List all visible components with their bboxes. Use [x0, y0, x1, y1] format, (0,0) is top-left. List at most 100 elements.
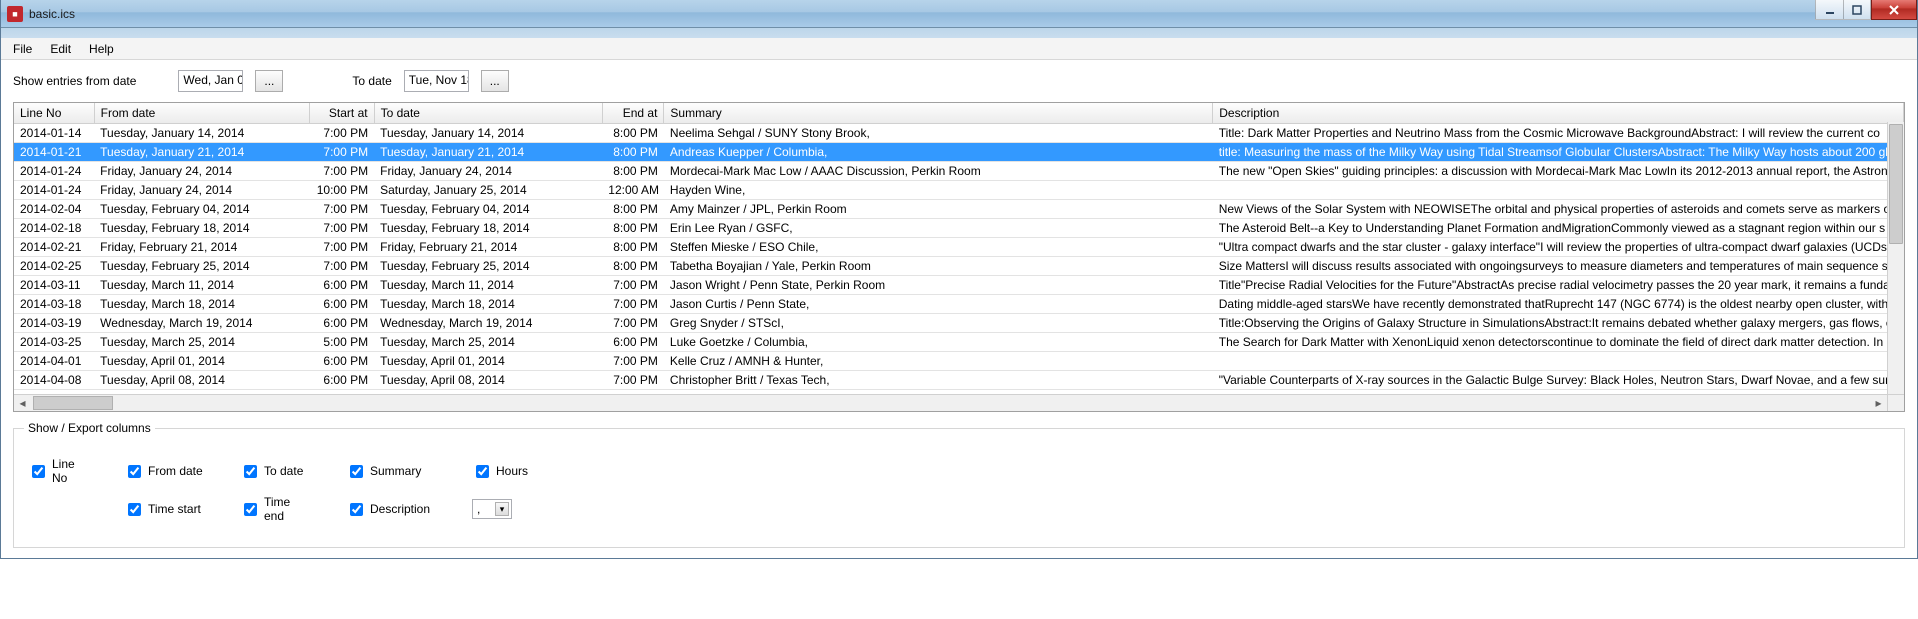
cell-start: 7:00 PM: [310, 200, 374, 219]
col-description[interactable]: Description: [1213, 103, 1904, 124]
separator-combo-value: ,: [477, 502, 480, 516]
maximize-button[interactable]: [1843, 0, 1871, 20]
check-timestart[interactable]: Time start: [124, 500, 204, 519]
table-row[interactable]: 2014-03-11Tuesday, March 11, 20146:00 PM…: [14, 276, 1904, 295]
menu-file[interactable]: File: [5, 40, 40, 58]
cell-endat: 7:00 PM: [602, 276, 664, 295]
from-date-input[interactable]: Wed, Jan 01, 2: [178, 70, 243, 92]
to-date-browse-button[interactable]: ...: [481, 70, 509, 92]
table-row[interactable]: 2014-03-25Tuesday, March 25, 20145:00 PM…: [14, 333, 1904, 352]
cell-endat: 7:00 PM: [602, 295, 664, 314]
cell-lineno: 2014-04-01: [14, 352, 94, 371]
table-row[interactable]: 2014-01-14Tuesday, January 14, 20147:00 …: [14, 124, 1904, 143]
cell-desc: "Ultra compact dwarfs and the star clust…: [1213, 238, 1904, 257]
entries-grid[interactable]: Line No From date Start at To date End a…: [13, 102, 1905, 412]
table-row[interactable]: 2014-04-01Tuesday, April 01, 20146:00 PM…: [14, 352, 1904, 371]
minimize-button[interactable]: [1815, 0, 1843, 20]
scroll-left-icon[interactable]: ◂: [14, 395, 31, 412]
check-summary[interactable]: Summary: [346, 462, 436, 481]
cell-endat: 7:00 PM: [602, 314, 664, 333]
from-date-browse-button[interactable]: ...: [255, 70, 283, 92]
cell-start: 7:00 PM: [310, 238, 374, 257]
col-lineno[interactable]: Line No: [14, 103, 94, 124]
cell-endat: 7:00 PM: [602, 352, 664, 371]
cell-endat: 8:00 PM: [602, 200, 664, 219]
check-summary-label: Summary: [370, 464, 421, 478]
cell-todate: Tuesday, March 18, 2014: [374, 295, 602, 314]
menu-help[interactable]: Help: [81, 40, 122, 58]
check-fromdate[interactable]: From date: [124, 462, 204, 481]
scroll-right-icon[interactable]: ▸: [1870, 395, 1887, 412]
check-todate[interactable]: To date: [240, 462, 310, 481]
cell-desc: Size MattersI will discuss results assoc…: [1213, 257, 1904, 276]
vertical-scrollbar[interactable]: [1887, 122, 1904, 394]
cell-desc: Title:Observing the Origins of Galaxy St…: [1213, 314, 1904, 333]
separator-combo[interactable]: , ▾: [472, 499, 512, 519]
table-row[interactable]: 2014-01-21Tuesday, January 21, 20147:00 …: [14, 143, 1904, 162]
cell-lineno: 2014-03-18: [14, 295, 94, 314]
cell-fromdate: Tuesday, March 18, 2014: [94, 295, 310, 314]
horizontal-scrollbar[interactable]: ◂ ▸: [14, 394, 1887, 411]
cell-summary: Hayden Wine,: [664, 181, 1213, 200]
cell-fromdate: Tuesday, January 14, 2014: [94, 124, 310, 143]
cell-fromdate: Friday, February 21, 2014: [94, 238, 310, 257]
table-row[interactable]: 2014-02-25Tuesday, February 25, 20147:00…: [14, 257, 1904, 276]
from-date-label: Show entries from date: [13, 74, 136, 88]
cell-summary: Christopher Britt / Texas Tech,: [664, 371, 1213, 390]
to-date-input[interactable]: Tue, Nov 18, 2: [404, 70, 469, 92]
table-row[interactable]: 2014-02-21Friday, February 21, 20147:00 …: [14, 238, 1904, 257]
export-columns-group: Show / Export columns Line No From date …: [13, 428, 1905, 548]
cell-desc: New Views of the Solar System with NEOWI…: [1213, 200, 1904, 219]
check-lineno[interactable]: Line No: [28, 457, 88, 485]
date-filter-row: Show entries from date Wed, Jan 01, 2 ..…: [13, 70, 1905, 92]
cell-desc: The Search for Dark Matter with XenonLiq…: [1213, 333, 1904, 352]
cell-endat: 6:00 PM: [602, 333, 664, 352]
col-fromdate[interactable]: From date: [94, 103, 310, 124]
menubar: File Edit Help: [1, 38, 1917, 60]
cell-summary: Jason Wright / Penn State, Perkin Room: [664, 276, 1213, 295]
cell-todate: Tuesday, April 01, 2014: [374, 352, 602, 371]
check-lineno-label: Line No: [52, 457, 88, 485]
table-row[interactable]: 2014-02-04Tuesday, February 04, 20147:00…: [14, 200, 1904, 219]
cell-todate: Tuesday, February 04, 2014: [374, 200, 602, 219]
table-row[interactable]: 2014-02-18Tuesday, February 18, 20147:00…: [14, 219, 1904, 238]
cell-todate: Tuesday, March 25, 2014: [374, 333, 602, 352]
col-todate[interactable]: To date: [374, 103, 602, 124]
cell-lineno: 2014-03-25: [14, 333, 94, 352]
table-row[interactable]: 2014-03-18Tuesday, March 18, 20146:00 PM…: [14, 295, 1904, 314]
table-row[interactable]: 2014-01-24Friday, January 24, 20147:00 P…: [14, 162, 1904, 181]
menu-edit[interactable]: Edit: [42, 40, 79, 58]
cell-todate: Tuesday, March 11, 2014: [374, 276, 602, 295]
cell-summary: Kelle Cruz / AMNH & Hunter,: [664, 352, 1213, 371]
window-title: basic.ics: [29, 7, 75, 21]
close-button[interactable]: [1871, 0, 1917, 20]
cell-summary: Mordecai-Mark Mac Low / AAAC Discussion,…: [664, 162, 1213, 181]
col-endat[interactable]: End at: [602, 103, 664, 124]
cell-lineno: 2014-02-18: [14, 219, 94, 238]
cell-endat: 8:00 PM: [602, 143, 664, 162]
table-row[interactable]: 2014-04-08Tuesday, April 08, 20146:00 PM…: [14, 371, 1904, 390]
cell-todate: Tuesday, January 14, 2014: [374, 124, 602, 143]
check-hours[interactable]: Hours: [472, 462, 532, 481]
cell-start: 6:00 PM: [310, 352, 374, 371]
check-hours-label: Hours: [496, 464, 528, 478]
cell-endat: 8:00 PM: [602, 162, 664, 181]
cell-start: 6:00 PM: [310, 295, 374, 314]
check-description[interactable]: Description: [346, 500, 436, 519]
app-icon: ■: [7, 6, 23, 22]
chevron-down-icon: ▾: [495, 502, 509, 516]
cell-fromdate: Tuesday, April 01, 2014: [94, 352, 310, 371]
cell-endat: 8:00 PM: [602, 124, 664, 143]
cell-fromdate: Tuesday, March 11, 2014: [94, 276, 310, 295]
cell-fromdate: Tuesday, February 04, 2014: [94, 200, 310, 219]
cell-desc: "Variable Counterparts of X-ray sources …: [1213, 371, 1904, 390]
table-row[interactable]: 2014-01-24Friday, January 24, 201410:00 …: [14, 181, 1904, 200]
check-todate-label: To date: [264, 464, 303, 478]
col-summary[interactable]: Summary: [664, 103, 1213, 124]
check-timeend[interactable]: Time end: [240, 495, 310, 523]
cell-fromdate: Tuesday, February 25, 2014: [94, 257, 310, 276]
col-start[interactable]: Start at: [310, 103, 374, 124]
cell-desc: Title: Dark Matter Properties and Neutri…: [1213, 124, 1904, 143]
cell-summary: Andreas Kuepper / Columbia,: [664, 143, 1213, 162]
table-row[interactable]: 2014-03-19Wednesday, March 19, 20146:00 …: [14, 314, 1904, 333]
